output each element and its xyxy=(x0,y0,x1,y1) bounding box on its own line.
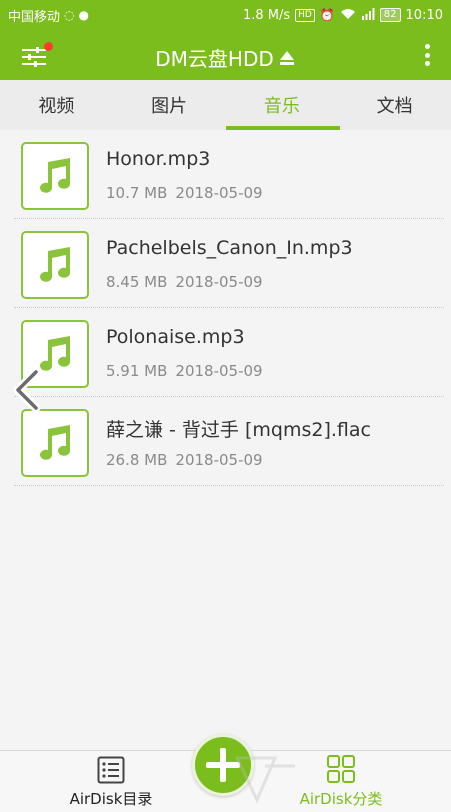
network-speed: 1.8 M/s xyxy=(242,7,291,23)
signal-icon xyxy=(361,8,375,22)
file-name: Pachelbels_Canon_In.mp3 xyxy=(106,237,353,259)
tab-pictures-label: 图片 xyxy=(151,96,188,117)
file-name: Honor.mp3 xyxy=(106,148,211,170)
app-bar: DM云盘HDD xyxy=(0,30,451,80)
more-options-button[interactable] xyxy=(421,42,433,68)
back-gesture-icon[interactable] xyxy=(8,368,44,412)
file-date: 2018-05-09 xyxy=(175,362,263,380)
clock: 10:10 xyxy=(405,7,443,23)
nav-airdisk-category-label: AirDisk分类 xyxy=(299,790,383,808)
file-size: 8.45 MB xyxy=(106,273,168,291)
file-name: Polonaise.mp3 xyxy=(106,326,245,348)
file-size: 26.8 MB xyxy=(106,451,168,469)
tab-music[interactable]: 音乐 xyxy=(225,80,340,130)
file-meta: 8.45 MB 2018-05-09 xyxy=(106,273,263,291)
file-row[interactable]: Polonaise.mp3 5.91 MB 2018-05-09 xyxy=(14,308,444,397)
more-dot xyxy=(424,52,430,58)
grid-icon xyxy=(327,755,355,783)
app-notification-icon: ● xyxy=(78,8,89,22)
status-bar: 中国移动 ◌ ● 1.8 M/s HD ⏰ 82 10:10 xyxy=(0,0,451,30)
add-button[interactable] xyxy=(192,734,254,796)
more-dot xyxy=(424,44,430,49)
file-date: 2018-05-09 xyxy=(175,184,263,202)
file-meta: 10.7 MB 2018-05-09 xyxy=(106,184,263,202)
file-thumbnail xyxy=(21,231,89,299)
file-row[interactable]: Pachelbels_Canon_In.mp3 8.45 MB 2018-05-0… xyxy=(14,219,444,308)
file-date: 2018-05-09 xyxy=(175,273,263,291)
hd-badge: HD xyxy=(295,8,315,22)
nav-airdisk-directory[interactable]: AirDisk目录 xyxy=(36,751,186,812)
file-meta: 26.8 MB 2018-05-09 xyxy=(106,451,263,469)
app-title-wrap: DM云盘HDD xyxy=(0,43,451,72)
tab-pictures[interactable]: 图片 xyxy=(113,80,226,130)
tab-documents[interactable]: 文档 xyxy=(338,80,451,130)
battery-level: 82 xyxy=(379,8,401,22)
file-row[interactable]: 薛之谦 - 背过手 [mqms2].flac 26.8 MB 2018-05-09 xyxy=(14,397,444,486)
tab-documents-label: 文档 xyxy=(376,96,413,117)
plus-icon xyxy=(206,748,240,782)
file-date: 2018-05-09 xyxy=(175,451,263,469)
file-meta: 5.91 MB 2018-05-09 xyxy=(106,362,263,380)
music-note-icon xyxy=(40,158,70,193)
music-note-icon xyxy=(40,247,70,282)
list-icon xyxy=(97,756,125,784)
wifi-icon xyxy=(340,8,356,22)
file-list: Honor.mp3 10.7 MB 2018-05-09 Pachelbels_C… xyxy=(0,130,451,486)
tab-video-label: 视频 xyxy=(38,96,75,117)
file-size: 10.7 MB xyxy=(106,184,168,202)
notification-icon: ◌ xyxy=(64,8,75,22)
file-thumbnail xyxy=(21,409,89,477)
more-dot xyxy=(424,61,430,66)
eject-icon[interactable] xyxy=(278,49,296,67)
file-size: 5.91 MB xyxy=(106,362,168,380)
tab-video[interactable]: 视频 xyxy=(0,80,113,130)
file-thumbnail xyxy=(21,142,89,210)
tab-music-label: 音乐 xyxy=(263,96,300,117)
category-tabs: 视频 图片 音乐 文档 xyxy=(0,80,451,130)
app-title: DM云盘HDD xyxy=(155,47,274,71)
music-note-icon xyxy=(40,425,70,460)
nav-airdisk-category[interactable]: AirDisk分类 xyxy=(266,751,416,812)
file-name: 薛之谦 - 背过手 [mqms2].flac xyxy=(106,419,371,441)
nav-airdisk-directory-label: AirDisk目录 xyxy=(69,790,153,808)
carrier-label: 中国移动 xyxy=(8,9,61,25)
file-row[interactable]: Honor.mp3 10.7 MB 2018-05-09 xyxy=(14,130,444,219)
alarm-icon: ⏰ xyxy=(319,8,335,22)
